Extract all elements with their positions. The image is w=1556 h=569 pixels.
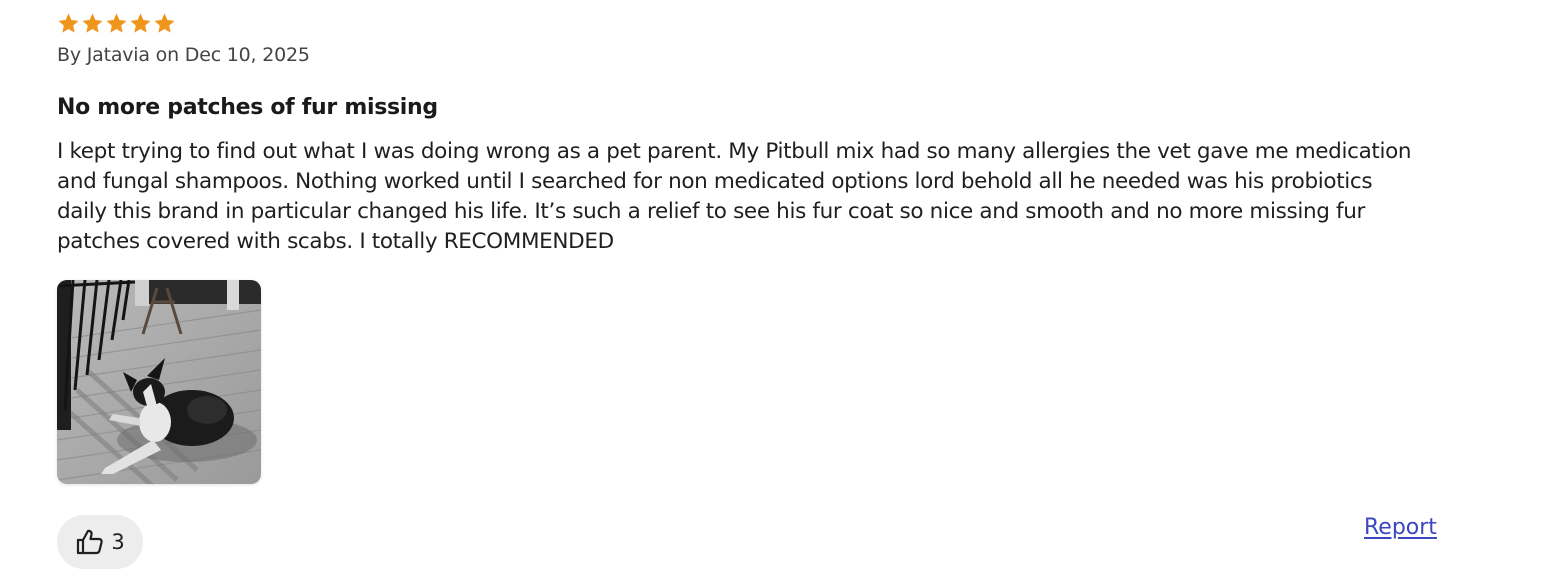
review-body: I kept trying to find out what I was doi…: [57, 139, 1412, 254]
thumbs-up-icon: [77, 529, 104, 555]
dog-photo-image: [57, 280, 261, 484]
star-icon: [154, 13, 175, 33]
report-link[interactable]: Report: [1364, 515, 1437, 540]
star-icon: [58, 13, 79, 33]
helpful-button[interactable]: 3: [57, 515, 143, 569]
helpful-count: 3: [111, 530, 125, 554]
review-byline: By Jatavia on Dec 10, 2025: [57, 44, 310, 66]
star-icon: [106, 13, 127, 33]
star-icon: [82, 13, 103, 33]
review-photo[interactable]: [57, 280, 261, 484]
review-card: By Jatavia on Dec 10, 2025 No more patch…: [57, 0, 1457, 569]
star-rating: [57, 12, 176, 35]
review-title: No more patches of fur missing: [57, 95, 438, 120]
star-icon: [130, 13, 151, 33]
